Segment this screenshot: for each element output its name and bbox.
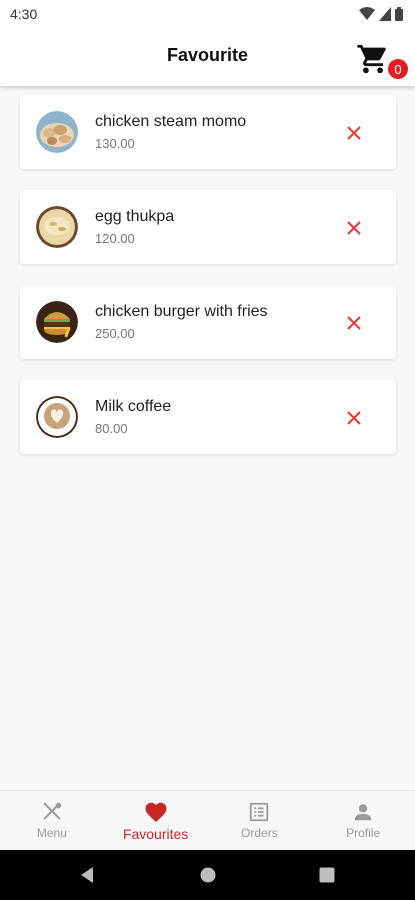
nav-menu[interactable]: Menu — [0, 791, 104, 851]
receipt-icon — [250, 802, 269, 822]
status-icons — [359, 7, 403, 21]
nav-profile[interactable]: Profile — [311, 791, 415, 851]
close-icon — [347, 316, 361, 330]
list-item[interactable]: Milk coffee 80.00 — [20, 380, 396, 454]
close-icon — [347, 126, 361, 140]
thukpa-thumbnail — [36, 206, 78, 248]
remove-favourite-button[interactable] — [342, 311, 366, 335]
item-name: egg thukpa — [95, 208, 175, 225]
person-icon — [354, 804, 372, 821]
item-price: 250.00 — [95, 326, 135, 341]
favourites-list: chicken steam momo 130.00 egg thukpa 120… — [20, 95, 396, 475]
close-icon — [347, 221, 361, 235]
item-price: 120.00 — [95, 231, 135, 246]
nav-orders[interactable]: Orders — [208, 791, 312, 851]
burger-thumbnail — [36, 301, 78, 343]
app-bar: Favourite 0 — [0, 28, 415, 86]
system-navigation-bar — [0, 850, 415, 900]
item-name: chicken burger with fries — [95, 303, 268, 320]
momo-thumbnail — [36, 111, 78, 153]
battery-icon — [395, 7, 403, 21]
recents-icon[interactable] — [318, 866, 336, 884]
nav-menu-label: Menu — [36, 826, 67, 840]
cart-button[interactable] — [356, 42, 390, 76]
list-item[interactable]: egg thukpa 120.00 — [20, 190, 396, 264]
signal-icon — [379, 7, 391, 21]
list-item[interactable]: chicken steam momo 130.00 — [20, 95, 396, 169]
coffee-thumbnail — [36, 396, 78, 438]
cart-count-badge: 0 — [388, 59, 408, 79]
nav-favourites[interactable]: Favourites — [104, 791, 208, 851]
bottom-navigation: Menu Favourites Orders Profile — [0, 790, 415, 851]
fork-knife-icon — [43, 802, 62, 820]
close-icon — [347, 411, 361, 425]
item-price: 130.00 — [95, 136, 135, 151]
status-bar: 4:30 — [0, 0, 415, 28]
item-price: 80.00 — [95, 421, 128, 436]
item-name: Milk coffee — [95, 398, 172, 415]
wifi-icon — [359, 7, 375, 20]
status-time: 4:30 — [10, 6, 38, 22]
item-name: chicken steam momo — [95, 113, 247, 130]
remove-favourite-button[interactable] — [342, 406, 366, 430]
remove-favourite-button[interactable] — [342, 121, 366, 145]
back-icon[interactable] — [79, 866, 95, 884]
list-item[interactable]: chicken burger with fries 250.00 — [20, 285, 396, 359]
home-icon[interactable] — [199, 866, 217, 884]
nav-favourites-label: Favourites — [122, 826, 189, 842]
remove-favourite-button[interactable] — [342, 216, 366, 240]
nav-profile-label: Profile — [346, 826, 381, 840]
heart-icon — [145, 802, 167, 822]
nav-orders-label: Orders — [241, 826, 278, 840]
cart-icon — [357, 44, 386, 74]
page-title: Favourite — [166, 45, 249, 65]
